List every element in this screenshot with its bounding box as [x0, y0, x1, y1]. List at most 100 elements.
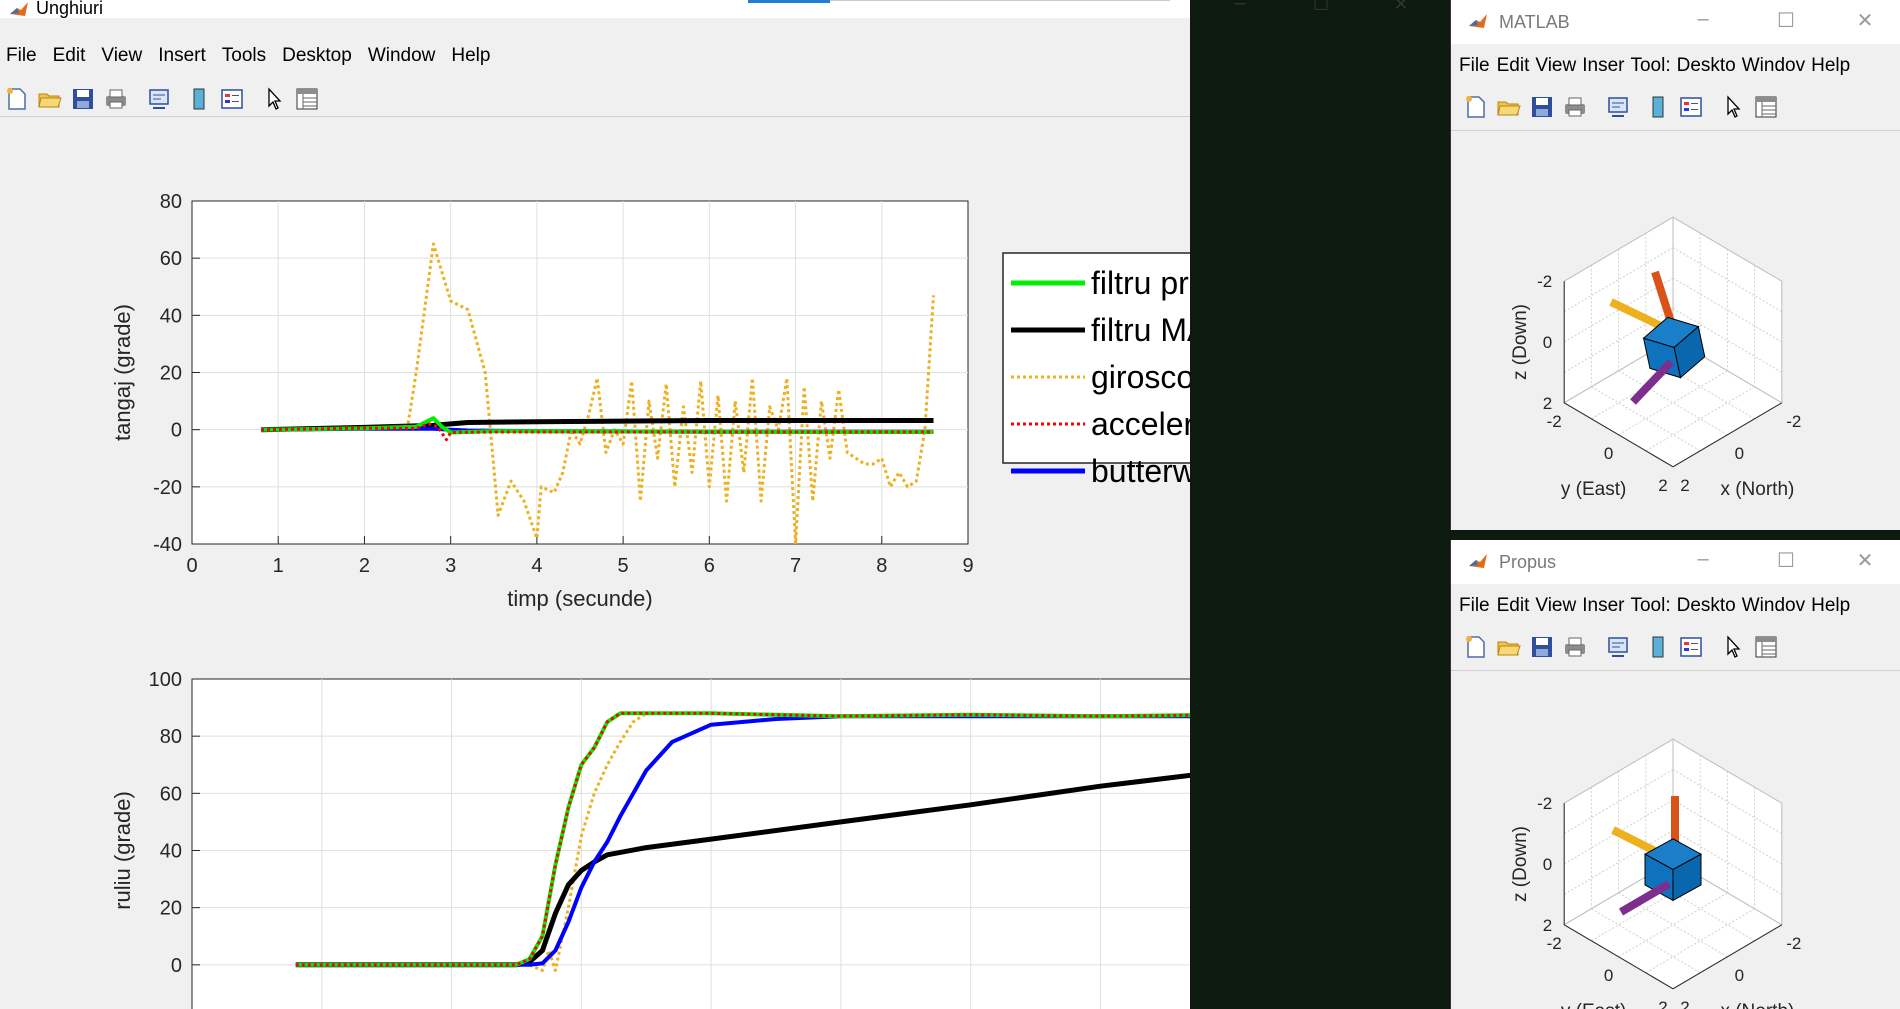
- new-file-icon[interactable]: [1463, 634, 1489, 660]
- menu-view[interactable]: View: [1532, 595, 1579, 617]
- maximize-button[interactable]: ☐: [1771, 548, 1801, 573]
- x-tick-label: 4: [531, 555, 542, 577]
- x-tick-label: 5: [618, 555, 629, 577]
- maximize-button[interactable]: ☐: [1306, 0, 1336, 15]
- link-plot-icon[interactable]: [1605, 634, 1631, 660]
- close-button[interactable]: ✕: [1386, 0, 1416, 15]
- y-tick-label: 2: [1658, 476, 1667, 495]
- legend-icon[interactable]: [219, 86, 245, 112]
- minimize-button[interactable]: –: [1688, 548, 1718, 571]
- colorbar-icon[interactable]: [1645, 634, 1671, 660]
- print-icon[interactable]: [1562, 94, 1588, 120]
- save-icon[interactable]: [70, 86, 96, 112]
- y-tick-label: 0: [1604, 444, 1613, 463]
- y-tick-label: 60: [160, 783, 182, 805]
- open-folder-icon[interactable]: [37, 86, 63, 112]
- pointer-icon[interactable]: [1720, 94, 1746, 120]
- menu-desktop[interactable]: Deskto: [1674, 595, 1739, 617]
- main-window-controls: – ☐ ✕: [0, 0, 1450, 20]
- main-figure-window: Unghiuri – File Edit View Insert Tools D…: [0, 0, 1190, 1009]
- y-axis-label: y (East): [1561, 1001, 1626, 1009]
- menu-help[interactable]: Help: [1808, 55, 1853, 77]
- matlab-logo-icon: [1469, 554, 1487, 568]
- menu-view[interactable]: View: [1532, 55, 1579, 77]
- new-file-icon[interactable]: [4, 86, 30, 112]
- z-tick-label: -2: [1537, 794, 1552, 813]
- menu-file[interactable]: File: [1451, 595, 1494, 617]
- x-axis-label: x (North): [1720, 1001, 1794, 1009]
- menu-insert[interactable]: Inser: [1579, 55, 1627, 77]
- legend[interactable]: filtru propus filtru MATLAB giroscop accele…: [1002, 252, 1190, 489]
- pointer-icon[interactable]: [261, 86, 287, 112]
- colorbar-icon[interactable]: [1645, 94, 1671, 120]
- legend-icon[interactable]: [1678, 634, 1704, 660]
- minimize-button[interactable]: –: [1688, 8, 1718, 31]
- main-toolbar: [0, 76, 1190, 117]
- propus-titlebar[interactable]: Propus – ☐ ✕: [1451, 540, 1900, 584]
- x-tick-label: 6: [704, 555, 715, 577]
- menu-file[interactable]: File: [0, 45, 45, 67]
- y-tick-label: 80: [160, 726, 182, 748]
- property-inspector-icon[interactable]: [294, 86, 320, 112]
- matlab-toolbar: [1451, 84, 1900, 131]
- save-icon[interactable]: [1529, 94, 1555, 120]
- menu-view[interactable]: View: [93, 45, 150, 67]
- pointer-icon[interactable]: [1720, 634, 1746, 660]
- x-tick-label: 3: [445, 555, 456, 577]
- z-axis-label: z (Down): [1510, 304, 1531, 380]
- menu-desktop[interactable]: Desktop: [274, 45, 360, 67]
- y-tick-label: 0: [171, 955, 182, 977]
- menu-edit[interactable]: Edit: [45, 45, 94, 67]
- close-button[interactable]: ✕: [1850, 548, 1880, 573]
- menu-insert[interactable]: Inser: [1579, 595, 1627, 617]
- propus-menubar: File Edit View Inser Tool: Deskto Windov…: [1451, 590, 1900, 622]
- new-file-icon[interactable]: [1463, 94, 1489, 120]
- propus-toolbar: [1451, 624, 1900, 671]
- y-tick-label: 20: [160, 363, 182, 385]
- print-icon[interactable]: [103, 86, 129, 112]
- menu-help[interactable]: Help: [443, 45, 498, 67]
- open-folder-icon[interactable]: [1496, 94, 1522, 120]
- y-tick-label: 2: [1658, 998, 1667, 1009]
- main-menubar: File Edit View Insert Tools Desktop Wind…: [0, 40, 1190, 72]
- legend-entry: butterworth + KF: [1091, 453, 1190, 489]
- minimize-button[interactable]: –: [1225, 0, 1255, 15]
- menu-window[interactable]: Windov: [1739, 595, 1808, 617]
- menu-tools[interactable]: Tool:: [1627, 55, 1673, 77]
- menu-insert[interactable]: Insert: [150, 45, 214, 67]
- link-plot-icon[interactable]: [1605, 94, 1631, 120]
- matlab-menubar: File Edit View Inser Tool: Deskto Windov…: [1451, 50, 1900, 82]
- link-plot-icon[interactable]: [146, 86, 172, 112]
- z-tick-label: 0: [1543, 855, 1552, 874]
- property-inspector-icon[interactable]: [1753, 634, 1779, 660]
- y-tick-label: 40: [160, 841, 182, 863]
- open-folder-icon[interactable]: [1496, 634, 1522, 660]
- legend-icon[interactable]: [1678, 94, 1704, 120]
- save-icon[interactable]: [1529, 634, 1555, 660]
- menu-edit[interactable]: Edit: [1494, 55, 1533, 77]
- maximize-button[interactable]: ☐: [1771, 8, 1801, 33]
- y-tick-label: -40: [153, 534, 182, 556]
- propus-figure-window: Propus – ☐ ✕ File Edit View Inser Tool: …: [1450, 540, 1900, 1009]
- z-tick-label: 0: [1543, 333, 1552, 352]
- menu-desktop[interactable]: Deskto: [1674, 55, 1739, 77]
- close-button[interactable]: ✕: [1850, 8, 1880, 33]
- colorbar-icon[interactable]: [186, 86, 212, 112]
- menu-tools[interactable]: Tool:: [1627, 595, 1673, 617]
- menu-help[interactable]: Help: [1808, 595, 1853, 617]
- z-axis-label: z (Down): [1510, 826, 1531, 902]
- axes3d-matlab: -20220-220-2z (Down)y (East) x (North): [1510, 216, 1801, 500]
- menu-tools[interactable]: Tools: [214, 45, 274, 67]
- x-tick-label: 9: [962, 555, 973, 577]
- property-inspector-icon[interactable]: [1753, 94, 1779, 120]
- menu-window[interactable]: Windov: [1739, 55, 1808, 77]
- x-tick-label: -2: [1786, 934, 1801, 953]
- menu-edit[interactable]: Edit: [1494, 595, 1533, 617]
- matlab-titlebar[interactable]: MATLAB – ☐ ✕: [1451, 0, 1900, 44]
- print-icon[interactable]: [1562, 634, 1588, 660]
- menu-file[interactable]: File: [1451, 55, 1494, 77]
- legend-entry: giroscop: [1091, 359, 1190, 395]
- menu-window[interactable]: Window: [360, 45, 444, 67]
- x-tick-label: -2: [1786, 412, 1801, 431]
- x-tick-label: 1: [273, 555, 284, 577]
